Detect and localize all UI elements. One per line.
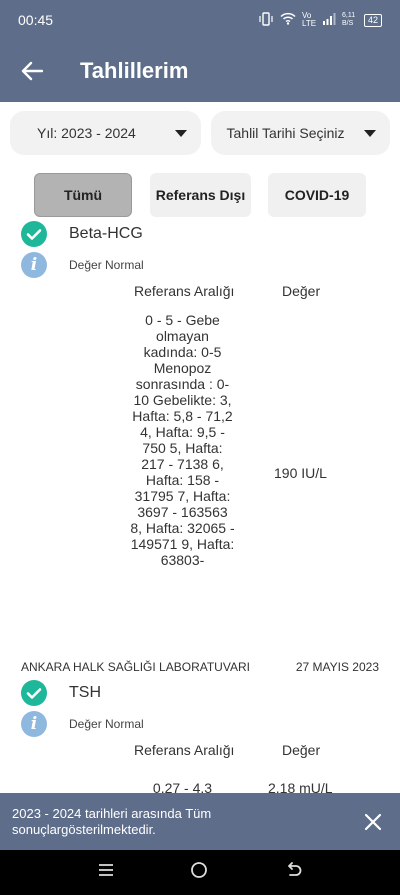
result-value: 2.18 mU/L [268,780,333,793]
check-icon [21,680,47,706]
info-icon[interactable]: i [21,252,47,278]
dropdown-caret-icon [174,129,187,137]
results-list: Beta-HCG i Değer Normal Referans Aralığı… [0,217,400,793]
reference-range: 0 - 5 - Gebe olmayan kadında: 0-5 Menopo… [130,312,235,568]
value-header: Değer [282,283,321,299]
result-status-row: i Değer Normal [21,252,144,278]
check-icon [21,221,47,247]
close-snackbar-button[interactable] [358,807,388,837]
battery-icon: 42 [363,13,382,27]
close-icon [364,813,382,830]
test-name: TSH [69,684,101,701]
result-value: 190 IU/L [274,465,327,481]
date-select[interactable]: Tahlil Tarihi Seçiniz [210,111,390,155]
wifi-icon [280,12,296,28]
status-icons: Vo LTE 6,11 B/S 42 [258,12,382,29]
result-status-row: i Değer Normal [21,711,144,737]
tab-all[interactable]: Tümü [34,173,132,217]
tab-covid[interactable]: COVID-19 [268,173,366,217]
back-nav-button[interactable] [284,862,302,883]
reference-range-header: Referans Aralığı [134,283,235,299]
system-nav-bar [0,850,400,895]
filter-tabs: Tümü Referans Dışı COVID-19 [0,173,400,217]
lab-name: ANKARA HALK SAĞLIĞI LABORATUVARI [21,660,250,674]
menu-icon [99,864,113,876]
result-date: 27 MAYIS 2023 [295,660,379,674]
year-select-value: Yıl: 2023 - 2024 [37,125,136,141]
result-title-row: TSH [21,680,101,706]
result-title-row: Beta-HCG [21,221,143,247]
back-button[interactable] [0,40,64,102]
home-circle-icon [191,862,207,878]
speed-label: 6,11 B/S [341,12,356,27]
test-name: Beta-HCG [69,225,143,242]
back-nav-icon [288,862,302,876]
status-time: 00:45 [18,12,54,28]
date-select-value: Tahlil Tarihi Seçiniz [226,125,345,141]
back-arrow-icon [21,61,43,81]
snackbar: 2023 - 2024 tarihleri arasında Tüm sonuç… [0,793,400,850]
lab-row: ANKARA HALK SAĞLIĞI LABORATUVARI 27 MAYI… [21,660,379,674]
snackbar-message: 2023 - 2024 tarihleri arasında Tüm sonuç… [12,805,212,837]
year-select[interactable]: Yıl: 2023 - 2024 [10,111,201,155]
value-header: Değer [282,742,321,758]
app-bar: Tahlillerim [0,40,400,102]
network-label: Vo LTE [301,11,317,28]
reference-range-header: Referans Aralığı [134,742,235,758]
result-status: Değer Normal [69,258,144,272]
vibrate-icon [258,11,274,29]
reference-range: 0.27 - 4.3 [152,780,213,793]
filters: Yıl: 2023 - 2024 Tahlil Tarihi Seçiniz [10,111,390,155]
status-bar: 00:45 Vo LTE 6,11 B/S 42 [0,0,400,40]
page-title: Tahlillerim [80,58,189,83]
tab-out-of-reference[interactable]: Referans Dışı [150,173,251,217]
recent-apps-button[interactable] [98,863,114,882]
signal-icon [322,12,336,28]
home-button[interactable] [190,861,208,884]
dropdown-caret-icon [364,129,376,137]
result-status: Değer Normal [69,717,144,731]
info-icon[interactable]: i [21,711,47,737]
